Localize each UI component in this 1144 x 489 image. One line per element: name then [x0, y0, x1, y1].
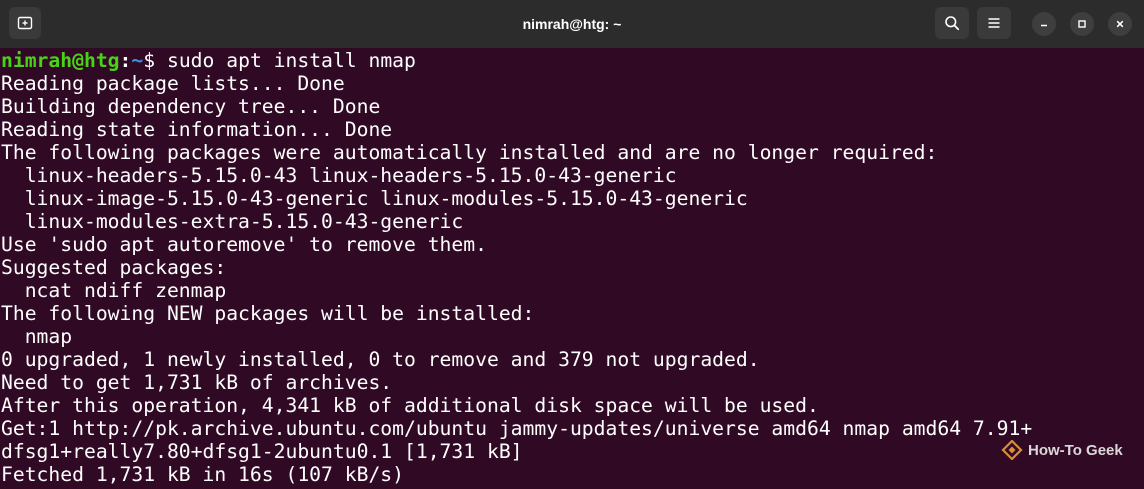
maximize-icon — [1078, 20, 1086, 28]
prompt-command: sudo apt install nmap — [166, 49, 416, 72]
prompt-line: nimrah@htg:~$ sudo apt install nmap — [1, 49, 416, 72]
output-line: Suggested packages: — [1, 256, 227, 279]
output-line: dfsg1+really7.80+dfsg1-2ubuntu0.1 [1,731… — [1, 440, 523, 463]
hamburger-menu-icon — [988, 18, 1000, 28]
terminal-output-area[interactable]: nimrah@htg:~$ sudo apt install nmap Read… — [0, 48, 1144, 489]
prompt-user-host: nimrah@htg — [1, 49, 120, 72]
menu-button[interactable] — [977, 7, 1011, 39]
how-to-geek-logo-icon — [1001, 440, 1023, 460]
output-line: Need to get 1,731 kB of archives. — [1, 371, 393, 394]
prompt-separator: : — [119, 49, 132, 72]
how-to-geek-watermark: How-To Geek — [1001, 437, 1123, 463]
output-line: Reading state information... Done — [1, 118, 393, 141]
title-bar[interactable]: nimrah@htg: ~ — [0, 0, 1144, 48]
close-button[interactable] — [1108, 12, 1132, 36]
output-line: Building dependency tree... Done — [1, 95, 381, 118]
output-line: Use 'sudo apt autoremove' to remove them… — [1, 233, 487, 256]
output-line: Get:1 http://pk.archive.ubuntu.com/ubunt… — [1, 417, 1033, 440]
search-button[interactable] — [935, 7, 969, 39]
close-icon — [1116, 20, 1124, 28]
output-line: Reading package lists... Done — [1, 72, 345, 95]
output-line: The following NEW packages will be insta… — [1, 302, 535, 325]
output-line: linux-headers-5.15.0-43 linux-headers-5.… — [1, 164, 677, 187]
output-line: linux-image-5.15.0-43-generic linux-modu… — [1, 187, 748, 210]
prompt-symbol: $ — [143, 49, 167, 72]
output-line: linux-modules-extra-5.15.0-43-generic — [1, 210, 464, 233]
prompt-path: ~ — [131, 49, 144, 72]
output-line: Fetched 1,731 kB in 16s (107 kB/s) — [1, 463, 404, 486]
output-line: 0 upgraded, 1 newly installed, 0 to remo… — [1, 348, 760, 371]
output-line: After this operation, 4,341 kB of additi… — [1, 394, 819, 417]
terminal-window: nimrah@htg: ~ nimrah@htg:~$ sudo apt ins… — [0, 0, 1144, 489]
search-icon — [945, 16, 960, 31]
watermark-text: How-To Geek — [1028, 441, 1123, 459]
minimize-icon — [1041, 24, 1047, 27]
maximize-button[interactable] — [1070, 12, 1094, 36]
minimize-button[interactable] — [1032, 12, 1056, 36]
output-line: nmap — [1, 325, 73, 348]
window-title: nimrah@htg: ~ — [522, 16, 622, 32]
output-line: ncat ndiff zenmap — [1, 279, 227, 302]
output-line: The following packages were automaticall… — [1, 141, 938, 164]
